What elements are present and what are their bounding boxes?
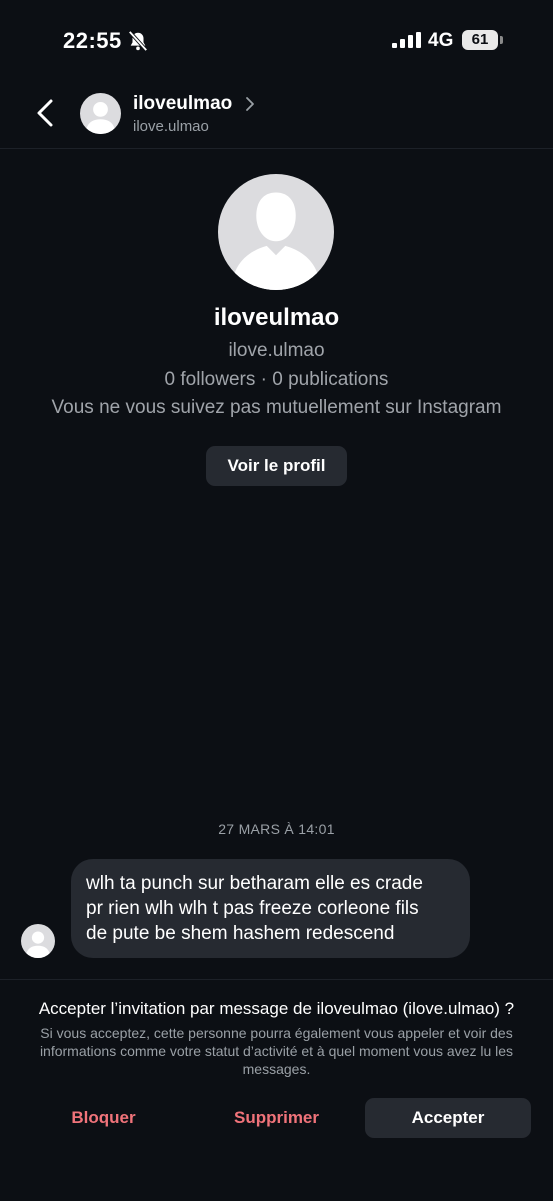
message-line: pr rien wlh wlh t pas freeze corleone fi…	[86, 898, 419, 919]
accept-button[interactable]: Accepter	[365, 1098, 531, 1138]
request-title: Accepter l’invitation par message de ilo…	[38, 999, 515, 1018]
bell-slash-icon	[128, 30, 148, 52]
profile-username: iloveulmao	[213, 304, 340, 331]
profile-stats: 0 followers · 0 publications	[164, 369, 389, 390]
battery-icon: 61	[462, 30, 498, 50]
status-bar: 22:55 4G 61	[0, 0, 553, 80]
mutual-follow-note: Vous ne vous suivez pas mutuellement sur…	[51, 397, 502, 418]
header-username[interactable]: iloveulmao	[133, 93, 232, 115]
message-timestamp: 27 MARS À 14:01	[218, 821, 335, 837]
status-time: 22:55	[63, 28, 122, 53]
header-handle: ilove.ulmao	[133, 118, 209, 135]
message-line: wlh ta punch sur betharam elle es crade	[86, 873, 423, 894]
conversation-header: iloveulmao ilove.ulmao	[0, 80, 553, 149]
chevron-right-icon[interactable]	[245, 96, 255, 112]
avatar-icon	[85, 102, 116, 134]
profile-handle: ilove.ulmao	[228, 340, 325, 361]
header-avatar[interactable]	[80, 93, 121, 134]
avatar-icon	[231, 192, 321, 290]
battery-tip	[500, 36, 503, 44]
request-description: Si vous acceptez, cette personne pourra …	[39, 1025, 514, 1077]
profile-avatar	[218, 174, 334, 290]
network-type: 4G	[428, 30, 454, 51]
battery-level: 61	[471, 31, 489, 48]
back-arrow-icon[interactable]	[34, 96, 56, 130]
message-line: de pute be shem hashem redescend	[86, 923, 395, 944]
view-profile-button[interactable]: Voir le profil	[206, 446, 347, 486]
delete-button[interactable]: Supprimer	[193, 1098, 360, 1138]
message-request-panel: Accepter l’invitation par message de ilo…	[0, 979, 553, 1201]
message-bubble[interactable]: wlh ta punch sur betharam elle es crade …	[71, 859, 470, 958]
signal-icon	[392, 32, 421, 48]
sender-avatar[interactable]	[21, 924, 55, 958]
block-button[interactable]: Bloquer	[20, 1098, 187, 1138]
avatar-icon	[25, 931, 51, 958]
